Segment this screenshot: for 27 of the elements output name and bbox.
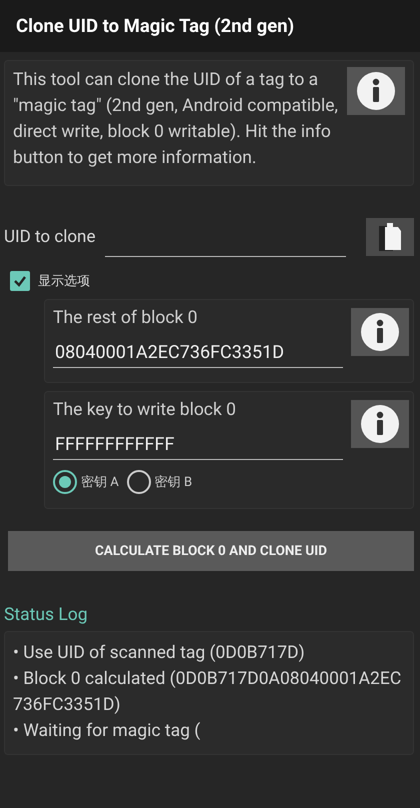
screen-title: Clone UID to Magic Tag (2nd gen)	[16, 15, 294, 37]
info-button[interactable]	[351, 308, 409, 356]
radio-label: 密钥 A	[81, 474, 119, 491]
calculate-button[interactable]: CALCULATE BLOCK 0 AND CLONE UID	[8, 531, 414, 571]
input-field[interactable]: FFFFFFFFFFFF	[53, 430, 343, 460]
field-label: UID to clone	[4, 226, 96, 246]
description-text: This tool can clone the UID of a tag to a "magic tag" (2nd gen, Android compatible, direct write, block 0 writable). Hit the info button to get more information.	[13, 69, 339, 170]
input-field[interactable]: 08040001A2EC736FC3351D	[53, 338, 343, 368]
log-line: • Use UID of scanned tag (0D0B717D)	[13, 642, 306, 665]
check-icon	[13, 274, 27, 288]
info-icon	[360, 312, 400, 352]
info-icon	[356, 71, 396, 111]
log-line: • Waiting for magic tag (	[13, 720, 202, 743]
log-line: • Block 0 calculated (0D0B717D0A08040001A2EC736FC3351D)	[13, 668, 402, 717]
info-button[interactable]	[351, 400, 409, 448]
radio-button[interactable]	[126, 470, 151, 494]
field-label: The rest of block 0	[53, 308, 199, 328]
clipboard-icon	[379, 222, 401, 250]
paste-button[interactable]	[366, 218, 414, 256]
checkbox[interactable]	[10, 271, 30, 291]
section-title: Status Log	[4, 605, 89, 625]
field-label: The key to write block 0	[53, 400, 238, 420]
radio-label: 密钥 B	[154, 474, 192, 491]
info-button[interactable]	[347, 67, 405, 115]
checkbox-label: 显示选项	[38, 273, 90, 290]
radio-button[interactable]	[53, 470, 77, 494]
info-icon	[360, 404, 400, 444]
